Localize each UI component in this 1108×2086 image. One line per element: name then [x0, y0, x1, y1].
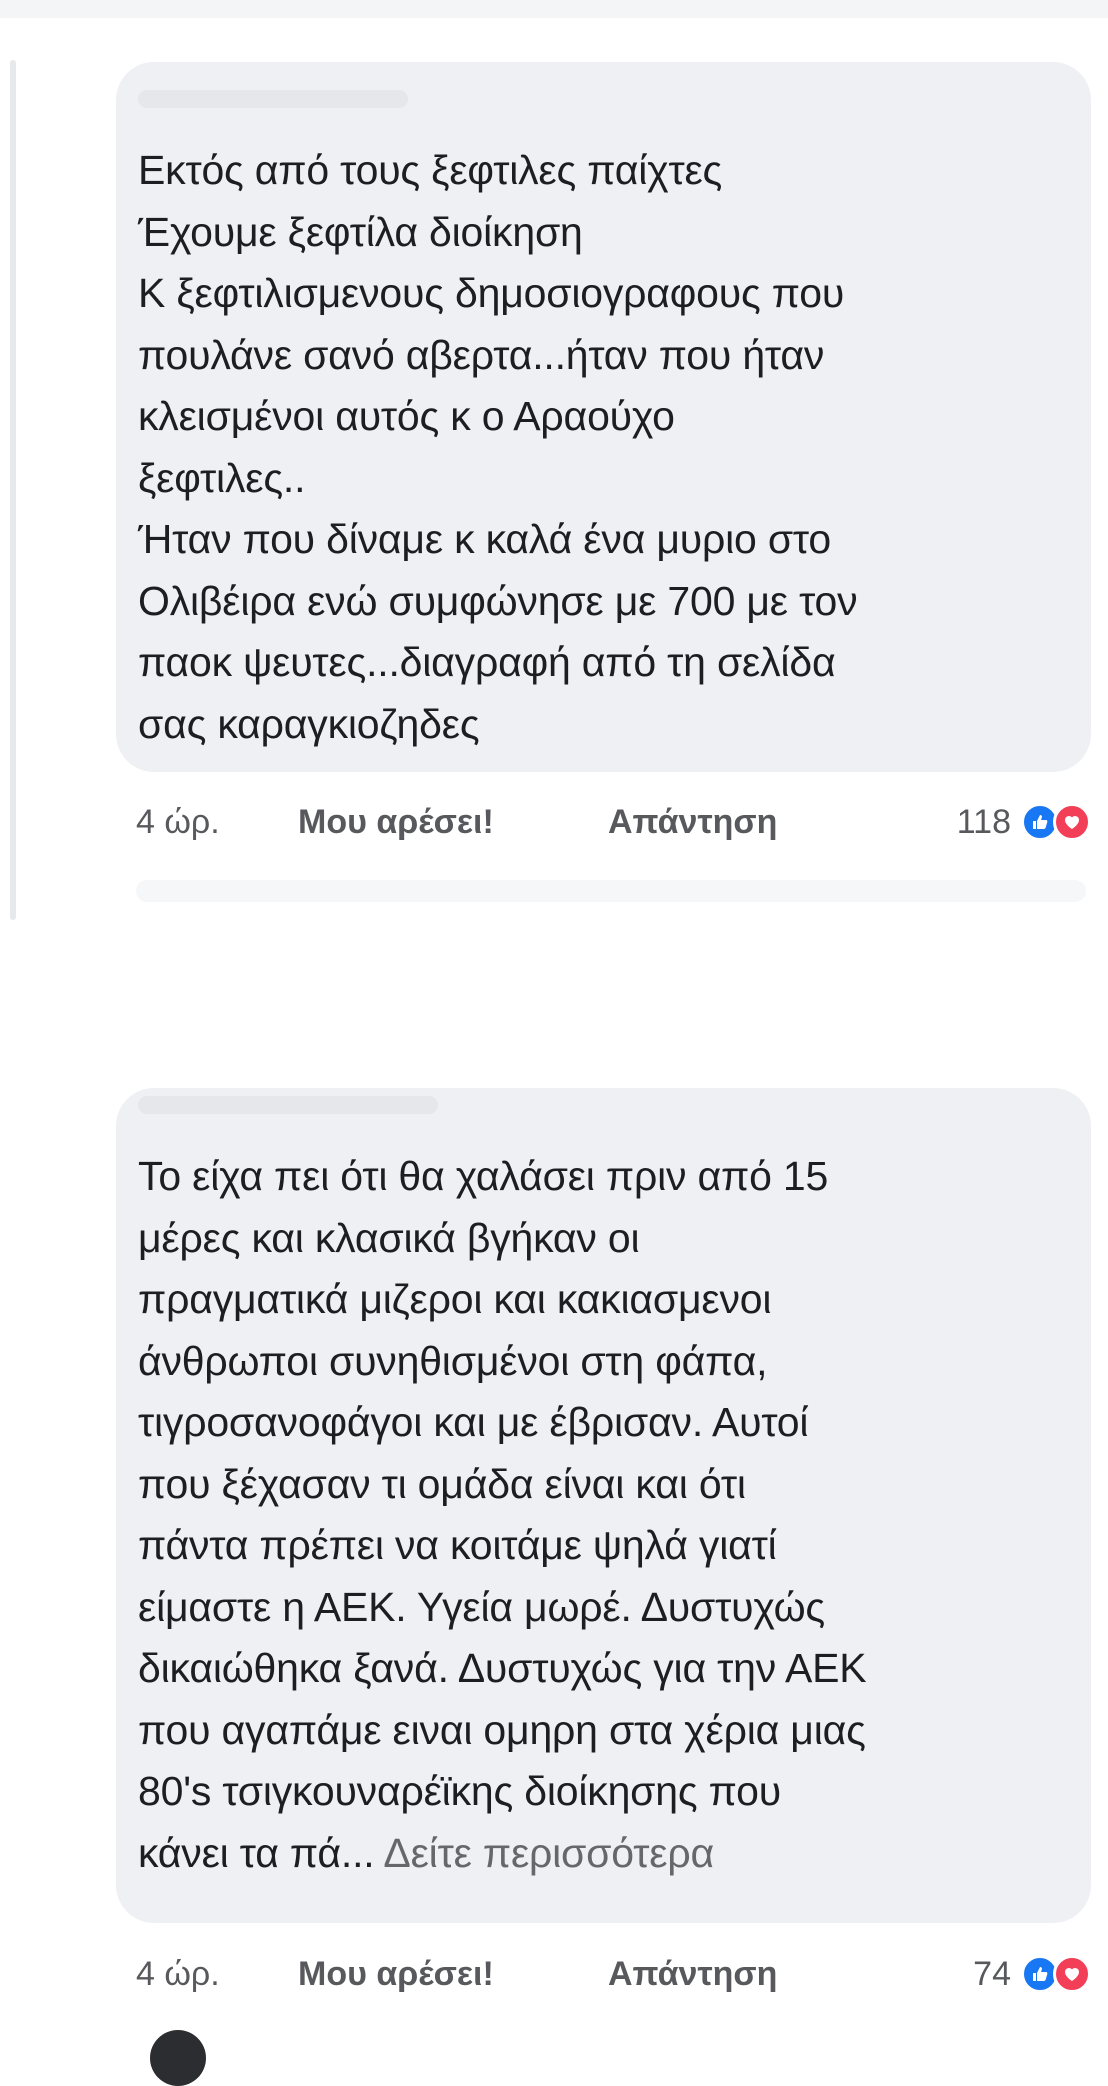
- reactions-summary[interactable]: 118: [957, 803, 1091, 842]
- reaction-count: 118: [956, 802, 1011, 841]
- truncated-text: κάνει τα πά...: [138, 1829, 375, 1876]
- comment-text-line: δικαιώθηκα ξανά. Δυστυχώς για την ΑΕΚ: [138, 1645, 867, 1691]
- reactions-summary[interactable]: 74: [973, 1955, 1091, 1994]
- comment-text-line: Εκτός από τους ξεφτιλες παίχτες: [138, 147, 723, 193]
- comment-text-line: που ξέχασαν τι ομάδα είναι και ότι: [138, 1460, 746, 1507]
- comment-text-line: Το είχα πει ότι θα χαλάσει πριν από 15: [138, 1153, 829, 1199]
- comment-text-line: πάντα πρέπει να κοιτάμε ψηλά γιατί: [138, 1522, 777, 1568]
- top-edge-strip: [0, 0, 1108, 18]
- author-name-blurred: [138, 90, 408, 108]
- comment-text-line: άνθρωποι συνηθισμένοι στη φάπα,: [138, 1337, 768, 1384]
- reply-button[interactable]: Απάντηση: [608, 1955, 777, 1994]
- comment-last-line: κάνει τα πά... Δείτε περισσότερα: [138, 1823, 1057, 1885]
- comment-actions-2: 4 ώρ. Μου αρέσει! Απάντηση 74: [136, 1944, 1091, 2004]
- like-button[interactable]: Μου αρέσει!: [298, 1955, 608, 1994]
- comment-text-line: σας καραγκιοζηδες: [138, 700, 480, 747]
- reaction-count: 74: [973, 1954, 1011, 1993]
- comment-text-line: πουλάνε σανό αβερτα...ήταν που ήταν: [138, 331, 825, 378]
- love-reaction-icon: [1053, 803, 1091, 841]
- comment-timestamp[interactable]: 4 ώρ.: [136, 1955, 298, 1994]
- comment-text-line: που αγαπάμε ειναι ομηρη στα χέρια μιας: [138, 1706, 866, 1753]
- blurred-separator: [136, 880, 1086, 902]
- author-name-blurred: [138, 1096, 438, 1114]
- comment-text-line: 80's τσιγκουναρέϊκης διοίκησης που: [138, 1768, 781, 1814]
- avatar[interactable]: [150, 2030, 206, 2086]
- comment-text-line: ξεφτιλες..: [138, 454, 306, 501]
- comment-text-line: Ολιβέιρα ενώ συμφώνησε με 700 με τον: [138, 577, 858, 624]
- love-reaction-icon: [1053, 1955, 1091, 1993]
- comment-text-line: Έχουμε ξεφτίλα διοίκηση: [138, 208, 583, 255]
- comment-timestamp[interactable]: 4 ώρ.: [136, 803, 298, 842]
- comment-text-line: είμαστε η ΑΕΚ. Υγεία μωρέ. Δυστυχώς: [138, 1583, 825, 1630]
- thread-line: [10, 60, 16, 920]
- comment-bubble-2: Το είχα πει ότι θα χαλάσει πριν από 15 μ…: [116, 1088, 1091, 1923]
- reply-button[interactable]: Απάντηση: [608, 803, 777, 842]
- comment-text-line: παοκ ψευτες...διαγραφή από τη σελίδα: [138, 639, 836, 685]
- comment-text-line: Ήταν που δίναμε κ καλά ένα μυριο στο: [138, 516, 831, 562]
- comment-bubble-1: Εκτός από τους ξεφτιλες παίχτες Έχουμε ξ…: [116, 62, 1091, 772]
- like-button[interactable]: Μου αρέσει!: [298, 803, 608, 842]
- comment-actions-1: 4 ώρ. Μου αρέσει! Απάντηση 118: [136, 792, 1091, 852]
- comment-text-line: τιγροσανοφάγοι και με έβρισαν. Αυτοί: [138, 1399, 809, 1445]
- comment-text-line: μέρες και κλασικά βγήκαν οι: [138, 1214, 640, 1261]
- comment-text-line: κλεισμένοι αυτός κ ο Αραούχο: [138, 393, 675, 439]
- see-more-link[interactable]: Δείτε περισσότερα: [383, 1830, 714, 1876]
- comment-text-line: Κ ξεφτιλισμενους δημοσιογραφους που: [138, 270, 845, 316]
- comment-text-line: πραγματικά μιζεροι και κακιασμενοι: [138, 1276, 772, 1322]
